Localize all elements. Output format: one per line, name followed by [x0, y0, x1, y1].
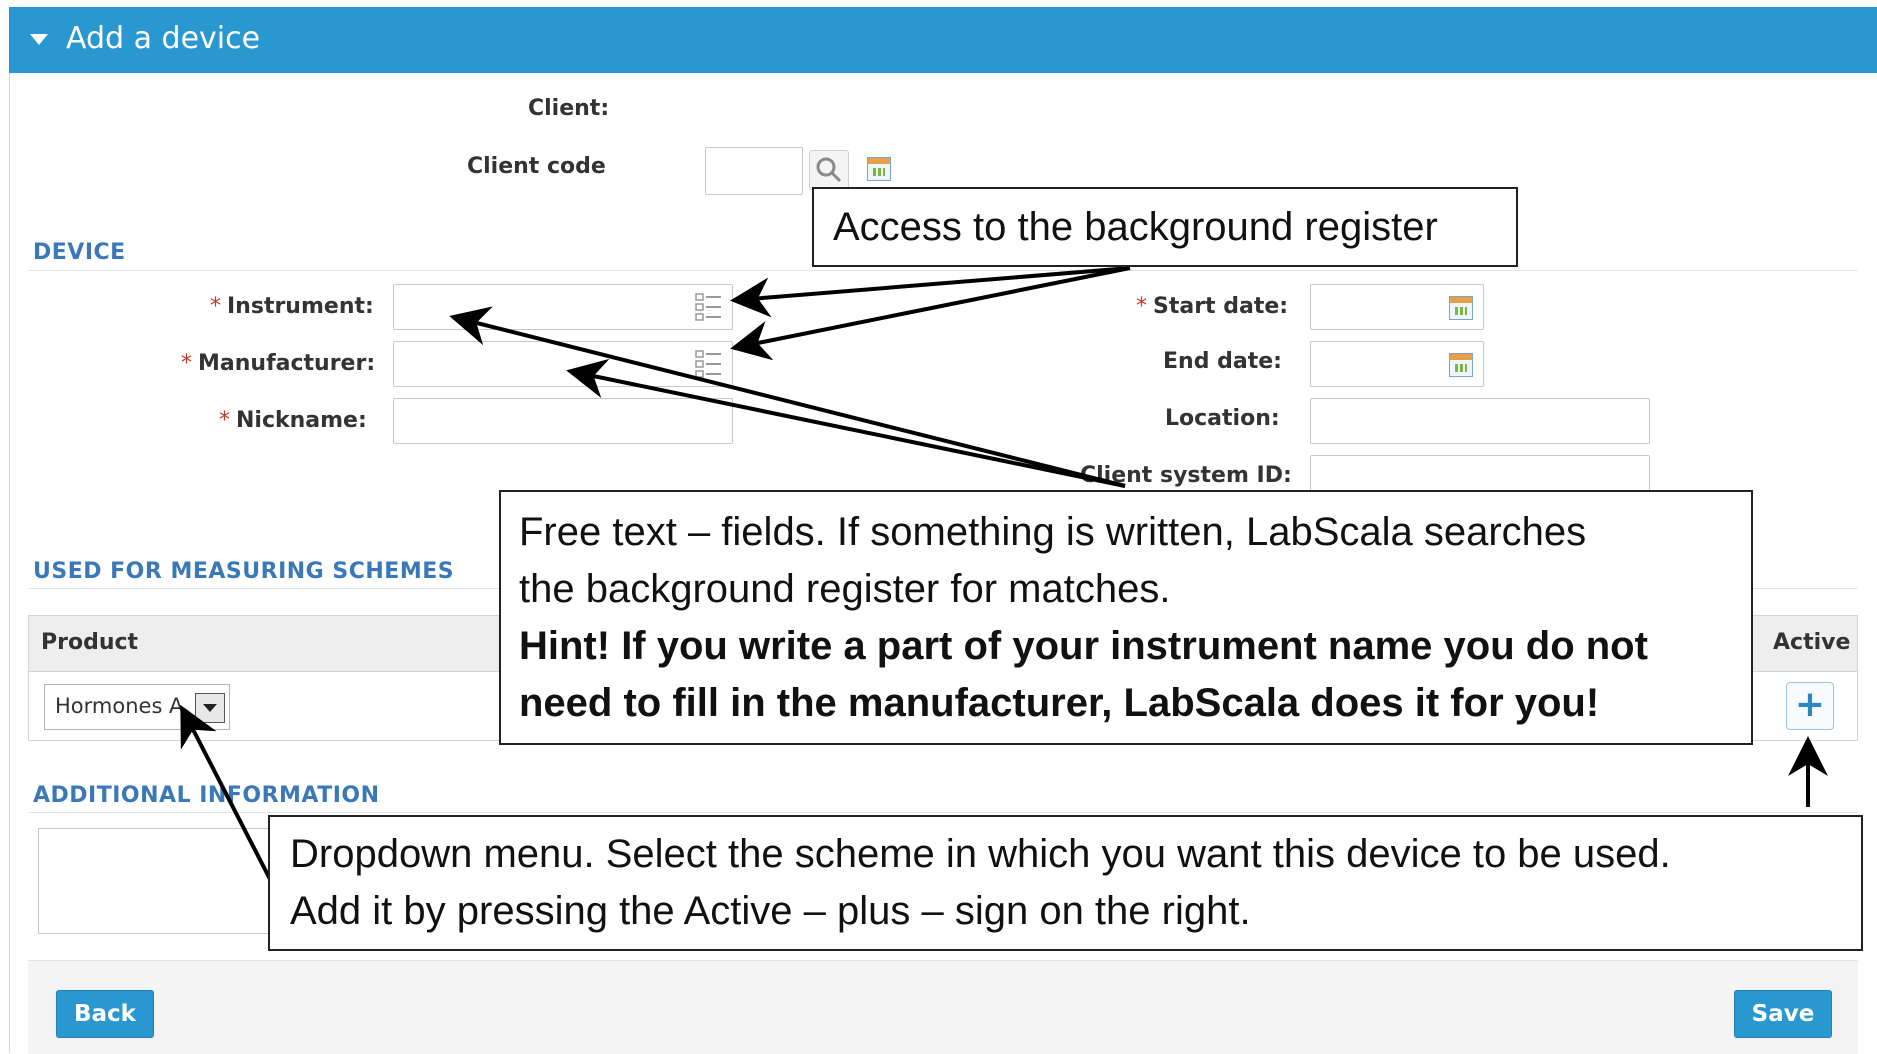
callout-register-text: Access to the background register	[833, 205, 1438, 249]
callout-dropdown-line2: Add it by pressing the Active – plus – s…	[290, 889, 1251, 933]
callout-dropdown-line1: Dropdown menu. Select the scheme in whic…	[290, 832, 1671, 876]
callout-dropdown: Dropdown menu. Select the scheme in whic…	[268, 815, 1863, 951]
callout-hint-line2: need to fill in the manufacturer, LabSca…	[519, 681, 1600, 725]
callout-free-text: Free text – fields. If something is writ…	[499, 490, 1753, 745]
callout-free-text-line1: Free text – fields. If something is writ…	[519, 510, 1587, 554]
arrow-to-instrument-list	[730, 266, 1131, 318]
callout-register: Access to the background register	[812, 187, 1518, 267]
arrow-to-instrument-field	[449, 306, 1126, 488]
arrow-to-manufacturer-field	[566, 358, 1126, 488]
callout-hint-line1: Hint! If you write a part of your instru…	[519, 624, 1648, 668]
arrow-to-product-select	[180, 704, 274, 884]
arrow-to-manufacturer-list	[730, 266, 1131, 361]
callout-free-text-line2: the background register for matches.	[519, 567, 1171, 611]
